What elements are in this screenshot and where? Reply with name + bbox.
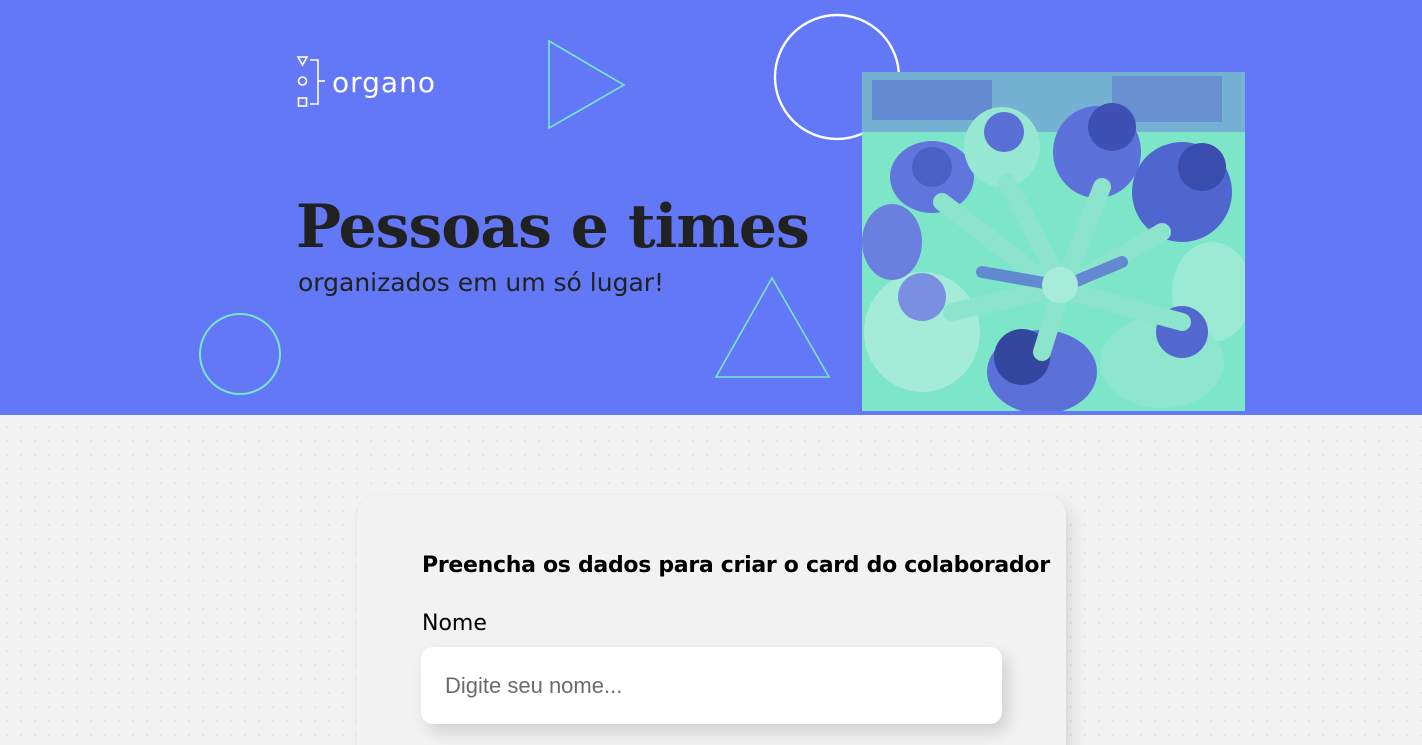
collaborator-form: Preencha os dados para criar o card do c… <box>357 495 1066 745</box>
name-input[interactable] <box>421 647 1002 724</box>
page-title: Pessoas e times <box>296 192 810 262</box>
form-title: Preencha os dados para criar o card do c… <box>422 553 1050 578</box>
org-chart-icon <box>296 56 325 107</box>
name-field-label: Nome <box>422 611 487 636</box>
circle-outline-green-decoration <box>199 313 281 395</box>
triangle-outline-right-decoration <box>548 39 626 130</box>
team-hands-illustration <box>862 72 1245 411</box>
logo[interactable]: organo <box>296 54 436 110</box>
logo-text: organo <box>332 65 436 99</box>
page-subtitle: organizados em um só lugar! <box>298 268 665 297</box>
triangle-outline-up-decoration <box>714 276 831 378</box>
hero-image <box>862 72 1245 411</box>
banner: organo Pessoas e times organizados em um… <box>0 0 1422 415</box>
